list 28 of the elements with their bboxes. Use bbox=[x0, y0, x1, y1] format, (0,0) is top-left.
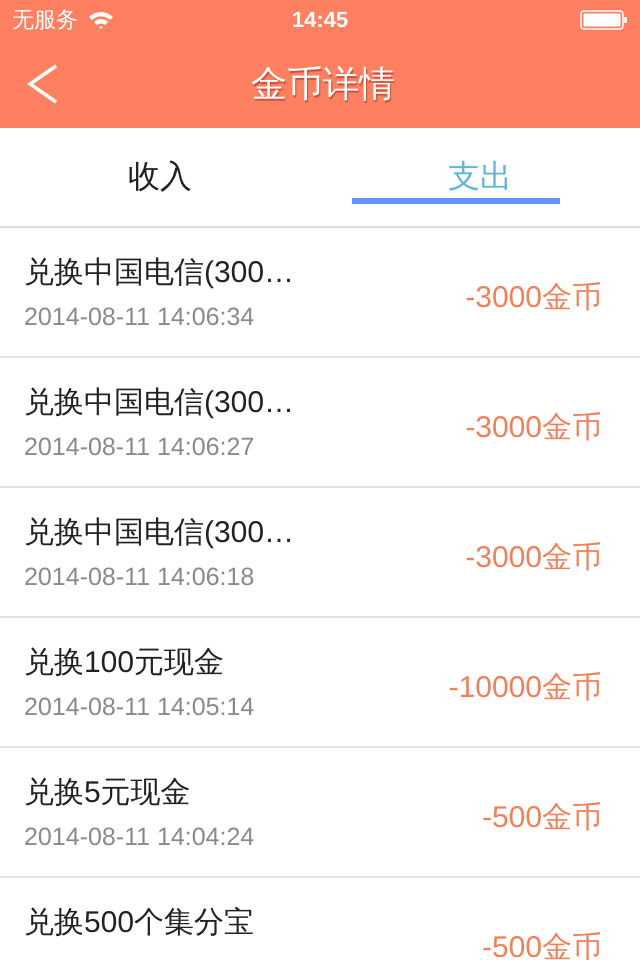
record-date: 2014-08-11 14:06:18 bbox=[24, 563, 256, 592]
record-date: 2014-08-11 14:06:34 bbox=[24, 303, 256, 332]
page-title: 金币详情 bbox=[251, 62, 395, 106]
record-amount: -10000金币 bbox=[448, 670, 602, 706]
record-title: 兑换中国电信(300… bbox=[24, 385, 294, 421]
record-title: 兑换100元现金 bbox=[24, 645, 226, 681]
record-row[interactable]: 兑换中国电信(300… 2014-08-11 14:06:18 -3000金币 bbox=[0, 488, 640, 618]
record-title: 兑换中国电信(300… bbox=[24, 515, 294, 551]
record-amount: -500金币 bbox=[482, 800, 602, 836]
record-date: 2014-08-11 14:05:14 bbox=[24, 693, 254, 722]
record-amount: -3000金币 bbox=[465, 410, 602, 446]
record-amount: -3000金币 bbox=[465, 280, 602, 316]
battery-icon bbox=[580, 10, 628, 30]
record-title: 兑换5元现金 bbox=[24, 775, 192, 811]
record-amount: -500金币 bbox=[482, 930, 602, 960]
record-date: 2014-08-11 14:04:24 bbox=[24, 823, 254, 852]
clock-text: 14:45 bbox=[292, 7, 348, 33]
record-row[interactable]: 兑换500个集分宝 -500金币 bbox=[0, 878, 640, 960]
wifi-icon bbox=[88, 10, 114, 30]
record-row[interactable]: 兑换100元现金 2014-08-11 14:05:14 -10000金币 bbox=[0, 618, 640, 748]
record-date: 2014-08-11 14:06:27 bbox=[24, 433, 256, 462]
record-row[interactable]: 兑换中国电信(300… 2014-08-11 14:06:34 -3000金币 bbox=[0, 228, 640, 358]
record-amount: -3000金币 bbox=[465, 540, 602, 576]
record-row[interactable]: 兑换中国电信(300… 2014-08-11 14:06:27 -3000金币 bbox=[0, 358, 640, 488]
record-row[interactable]: 兑换5元现金 2014-08-11 14:04:24 -500金币 bbox=[0, 748, 640, 878]
carrier-text: 无服务 bbox=[12, 6, 78, 34]
record-title: 兑换500个集分宝 bbox=[24, 905, 254, 941]
record-title: 兑换中国电信(300… bbox=[24, 255, 294, 291]
